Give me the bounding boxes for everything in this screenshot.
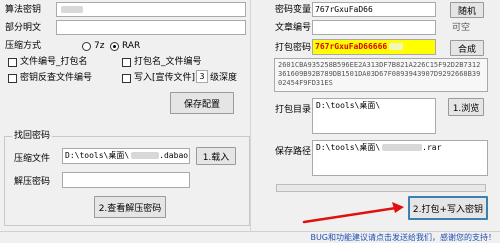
checkbox-write-file[interactable] [122, 74, 131, 83]
combine-button[interactable]: 合成 [450, 40, 484, 56]
algorithm-key-field[interactable] [56, 2, 246, 17]
depth-label: 级深度 [210, 73, 238, 83]
pack-write-key-button[interactable]: 2.打包+写入密钥 [408, 196, 488, 220]
checkbox-pkg-doc-no[interactable] [122, 58, 131, 67]
retrieve-password-title: 找回密码 [12, 130, 53, 142]
unzip-password-field[interactable] [62, 172, 190, 188]
save-path-label: 保存路径 [275, 147, 312, 157]
checkbox-key-reverse-label: 密钥反查文件编号 [20, 73, 93, 83]
redacted-text [382, 144, 423, 151]
radio-7z[interactable] [82, 42, 91, 51]
save-path-field[interactable]: D:\tools\桌面\ .rar [312, 140, 488, 176]
checkbox-write-file-label: 写入[宣传文件] [134, 73, 196, 83]
radio-7z-label: 7z [94, 41, 105, 51]
unzip-password-label: 解压密码 [14, 177, 51, 187]
pack-password-field[interactable]: 767rGxuFaD66666 [312, 39, 436, 55]
document-number-label: 文章编号 [275, 23, 312, 33]
redacted-text [131, 152, 160, 159]
partial-plain-field[interactable] [56, 20, 246, 35]
feedback-link[interactable]: BUG和功能建议请点击发送给我们，感谢您的支持！ [310, 232, 496, 243]
compressed-file-field[interactable]: D:\tools\桌面\ .dabao [62, 148, 190, 164]
partial-plain-label: 部分明文 [5, 23, 42, 33]
hash-output-area[interactable]: 2601CBA935258B596EE2A313DF7B821A226C15F9… [274, 58, 488, 92]
depth-field[interactable]: 3 [196, 70, 208, 83]
nullable-label: 可空 [452, 23, 471, 33]
browse-button[interactable]: 1.浏览 [448, 98, 484, 116]
save-config-button[interactable]: 保存配置 [170, 92, 234, 114]
pack-directory-label: 打包目录 [275, 105, 312, 115]
random-button[interactable]: 随机 [450, 2, 484, 18]
redacted-text [61, 6, 83, 13]
progress-bar [276, 184, 486, 192]
load-button[interactable]: 1.载入 [196, 147, 236, 165]
algorithm-key-label: 算法密钥 [5, 5, 42, 15]
password-variable-label: 密码变量 [275, 5, 312, 15]
radio-rar-label: RAR [122, 41, 141, 51]
pack-password-label: 打包密码 [275, 43, 312, 53]
checkbox-doc-no-pkg[interactable] [8, 58, 17, 67]
compress-method-label: 压缩方式 [5, 41, 42, 51]
radio-rar[interactable] [110, 42, 119, 51]
red-arrow-icon [302, 202, 404, 224]
view-unzip-password-button[interactable]: 2.查看解压密码 [94, 196, 166, 218]
redacted-text [389, 43, 404, 50]
compressed-file-label: 压缩文件 [14, 154, 51, 164]
checkbox-key-reverse[interactable] [8, 74, 17, 83]
password-variable-field[interactable]: 767rGxuFaD66 [312, 2, 436, 17]
checkbox-pkg-doc-no-label: 打包名_文件编号 [134, 57, 202, 67]
pack-directory-field[interactable]: D:\tools\桌面\ [312, 98, 436, 134]
checkbox-doc-no-pkg-label: 文件编号_打包名 [20, 57, 88, 67]
panel-divider [250, 0, 251, 231]
document-number-field[interactable] [312, 20, 436, 35]
